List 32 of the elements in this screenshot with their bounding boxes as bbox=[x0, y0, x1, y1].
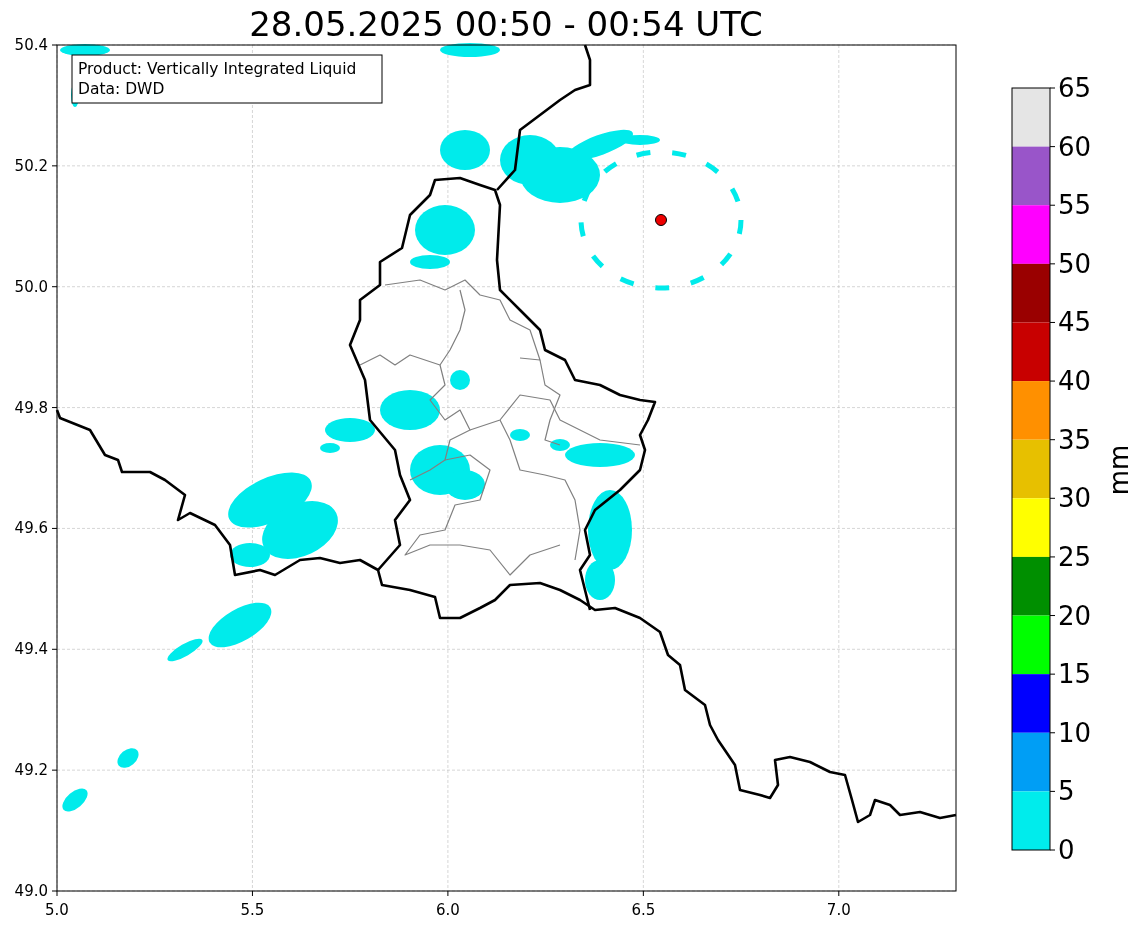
x-axis-tick-label: 5.5 bbox=[240, 901, 265, 919]
legend-text: Data: DWD bbox=[78, 80, 165, 98]
colorbar-tick-label: 35 bbox=[1058, 424, 1092, 455]
colorbar-tick-label: 15 bbox=[1058, 659, 1092, 690]
y-axis-tick-label: 49.4 bbox=[14, 640, 48, 659]
x-axis-tick-label: 7.0 bbox=[826, 901, 851, 919]
x-axis-tick-label: 6.0 bbox=[435, 901, 460, 919]
colorbar-tick-label: 60 bbox=[1058, 131, 1092, 162]
colorbar-tick-label: 45 bbox=[1058, 307, 1092, 338]
y-axis-tick-label: 50.2 bbox=[14, 156, 48, 175]
y-axis-tick-label: 50.0 bbox=[14, 277, 48, 296]
colorbar-unit-label: mm bbox=[1104, 444, 1134, 496]
figure-title: 28.05.2025 00:50 - 00:54 UTC bbox=[249, 4, 763, 44]
x-axis-tick-label: 6.5 bbox=[631, 901, 656, 919]
colorbar-tick-label: 30 bbox=[1058, 483, 1092, 514]
colorbar-tick-label: 20 bbox=[1058, 600, 1092, 631]
y-axis-tick-label: 49.8 bbox=[14, 398, 48, 417]
colorbar-tick-label: 40 bbox=[1058, 366, 1092, 397]
y-axis-tick-label: 49.2 bbox=[14, 761, 48, 780]
x-axis-tick-label: 5.0 bbox=[45, 901, 69, 919]
colorbar-tick-label: 50 bbox=[1058, 248, 1092, 279]
colorbar-tick-label: 0 bbox=[1058, 835, 1075, 865]
colorbar-tick-label: 5 bbox=[1058, 776, 1075, 807]
colorbar-tick-label: 65 bbox=[1058, 73, 1092, 103]
radar-site-marker bbox=[655, 214, 667, 226]
colorbar-tick-label: 25 bbox=[1058, 541, 1092, 572]
legend-text: Product: Vertically Integrated Liquid bbox=[78, 60, 357, 78]
y-axis-tick-label: 50.4 bbox=[14, 36, 48, 54]
colorbar-tick-label: 10 bbox=[1058, 717, 1092, 748]
y-axis-tick-label: 49.6 bbox=[14, 519, 48, 538]
y-axis-tick-label: 49.0 bbox=[14, 882, 48, 900]
colorbar-tick-label: 55 bbox=[1058, 190, 1092, 221]
